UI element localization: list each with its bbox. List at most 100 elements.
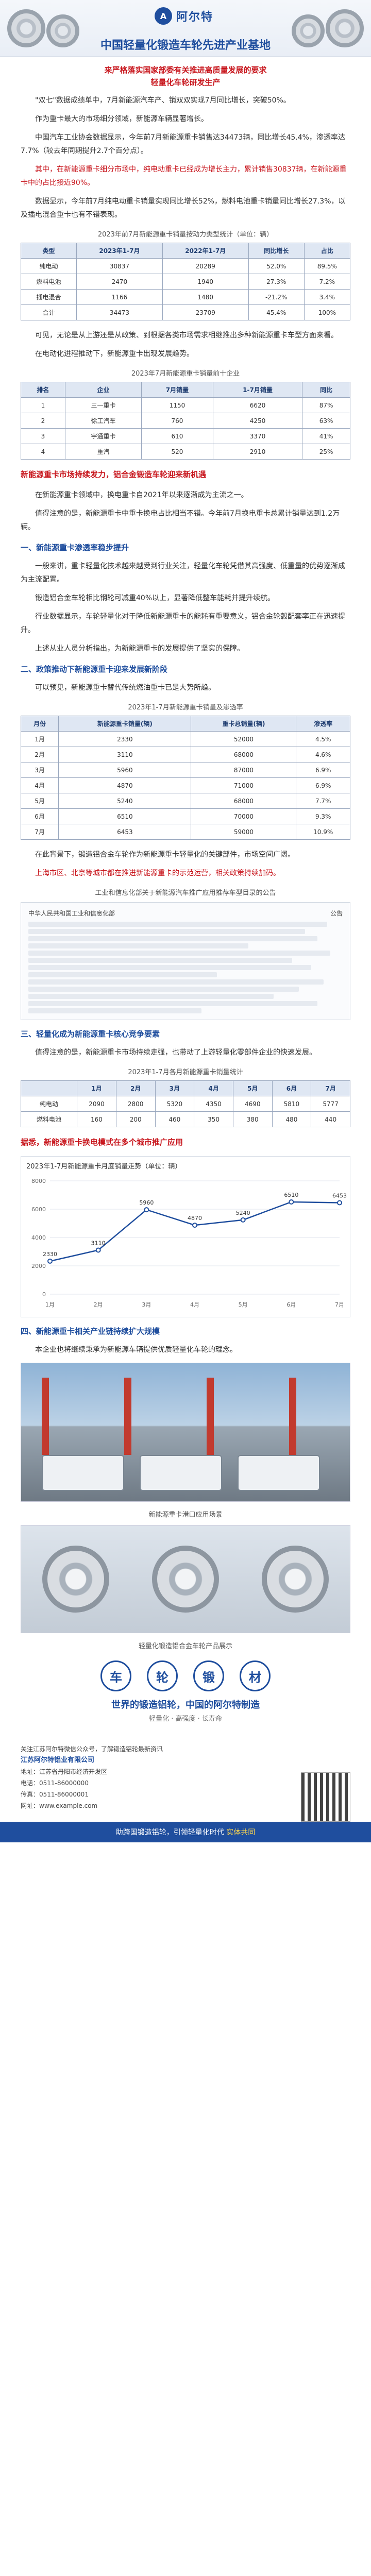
ranking-table: 排名 企业 7月销量 1-7月销量 同比 1 三一重卡 1150 6620 87% 2 徐工汽车 760…	[21, 382, 350, 460]
table-cell: 6453	[58, 824, 192, 840]
notice-text-line	[28, 936, 318, 941]
column-header: 月份	[20, 716, 59, 732]
paragraph: 在电动化进程推动下，新能源重卡出现发展趋势。	[35, 350, 194, 358]
crane-shape	[42, 1378, 49, 1455]
table-cell: 6620	[212, 397, 303, 413]
table-cell: 5240	[58, 793, 192, 809]
truck-shape	[238, 1455, 320, 1491]
column-header: 7月销量	[141, 382, 213, 398]
table-cell: 41%	[302, 428, 350, 444]
wheel-icon	[151, 1546, 219, 1613]
paragraph: 本企业也将继续秉承为新能源车辆提供优质轻量化车轮的理念。	[35, 1346, 237, 1354]
paragraph: 值得注意的是，新能源重卡市场持续走强，也带动了上游轻量化零部件企业的快速发展。	[35, 1048, 316, 1057]
x-tick-label: 3月	[142, 1301, 151, 1308]
table-row: 3 宇通重卡 610 3370 41%	[21, 428, 350, 444]
qr-code-icon[interactable]	[301, 1772, 350, 1822]
paragraph: 在新能源重卡领域中，换电重卡自2021年以来逐渐成为主流之一。	[35, 491, 248, 499]
table-cell: 59000	[191, 824, 297, 840]
paragraph: 在此背景下，锻造铝合金车轮作为新能源重卡轻量化的关键部件，市场空间广阔。	[35, 851, 295, 859]
notice-text-line	[28, 922, 327, 927]
table-cell: 23709	[162, 304, 249, 320]
company-logo: A 阿尔特	[155, 7, 213, 25]
table-row: 7月 6453 59000 10.9%	[20, 824, 350, 840]
table-cell: 2470	[76, 274, 163, 290]
paragraph: 其中，在新能源重卡细分市场中，纯电动重卡已经成为增长主力，累计销售30837辆，…	[21, 165, 347, 187]
data-table: 类型 2023年1-7月 2022年1-7月 同比增长 占比 纯电动 30837 20289 5…	[21, 243, 351, 320]
table-cell: 52.0%	[248, 258, 305, 274]
table-cell: 重汽	[64, 444, 142, 460]
table-row: 燃料电池 160 200 460 350 380 480 440	[20, 1111, 350, 1127]
section-heading: 新能源重卡市场持续发力，铝合金锻造车轮迎来新机遇	[21, 470, 207, 479]
notice-text-line	[28, 979, 324, 985]
table-cell: 4.5%	[296, 731, 350, 747]
notice-type: 公告	[330, 910, 343, 917]
table-cell: 4月	[20, 777, 59, 793]
table-cell: 3370	[212, 428, 303, 444]
table-cell: 380	[232, 1111, 273, 1127]
wheel-icon	[261, 1546, 329, 1613]
table-cell: 1166	[76, 289, 163, 305]
table-row: 1月 2330 52000 4.5%	[20, 731, 350, 747]
table-cell: 34473	[76, 304, 163, 320]
table-cell: 2330	[58, 731, 192, 747]
data-label: 3110	[91, 1240, 106, 1246]
column-header: 新能源重卡销量(辆)	[58, 716, 192, 732]
y-tick-label: 0	[42, 1291, 46, 1298]
wheel-icon	[42, 1546, 110, 1613]
table-cell: 5777	[311, 1096, 350, 1112]
table-cell: 1150	[141, 397, 213, 413]
x-tick-label: 7月	[335, 1301, 344, 1308]
paragraph: 上述从业人员分析指出，为新能源重卡的发展提供了坚实的保障。	[35, 645, 244, 653]
table-header-row: 排名 企业 7月销量 1-7月销量 同比	[21, 382, 350, 398]
table-row: 纯电动 30837 20289 52.0% 89.5%	[21, 258, 351, 274]
data-point	[289, 1199, 294, 1205]
notice-text-line	[28, 994, 274, 999]
paragraph: 锻造铝合金车轮相比钢轮可减重40%以上，显著降低整车能耗并提升续航。	[35, 594, 275, 602]
notice-text-block	[28, 922, 343, 1013]
data-label: 5960	[139, 1199, 154, 1206]
data-label: 5240	[236, 1210, 250, 1216]
table-cell: 1月	[20, 731, 59, 747]
table-cell: 5320	[155, 1096, 195, 1112]
table-caption: 2023年1-7月各月新能源重卡销量统计	[128, 1069, 243, 1076]
table-cell: 3.4%	[303, 289, 351, 305]
notice-text-line	[28, 1001, 318, 1006]
table-cell: 3	[21, 428, 65, 444]
photo-caption: 新能源重卡港口应用场景	[148, 1511, 223, 1519]
data-table: 排名 企业 7月销量 1-7月销量 同比 1 三一重卡 1150 6620 87% 2 徐工汽车 760…	[21, 382, 350, 460]
x-tick-label: 2月	[94, 1301, 103, 1308]
table-cell: 徐工汽车	[64, 413, 142, 429]
column-header: 同比	[302, 382, 350, 398]
paragraph: 一般来讲，重卡轻量化技术越来越受到行业关注，轻量化车轮凭借其高强度、低重量的优势…	[21, 562, 345, 584]
table-cell: 440	[311, 1111, 350, 1127]
feature-icon: 材	[240, 1660, 271, 1691]
paragraph: "双七"数据成绩单中，7月新能源汽车产、销双双实现7月同比增长，突破50%。	[35, 96, 291, 105]
table-cell: 9.3%	[296, 808, 350, 824]
monthly-type-table: 1月 2月 3月 4月 5月 6月 7月 纯电动 2090 2800 5320 4350 4690 581…	[20, 1080, 350, 1127]
column-header: 类型	[21, 243, 77, 259]
feature-icon: 锻	[193, 1660, 224, 1691]
table-row: 2 徐工汽车 760 4250 63%	[21, 413, 350, 429]
column-header: 4月	[194, 1080, 233, 1096]
table-row: 纯电动 2090 2800 5320 4350 4690 5810 5777	[20, 1096, 350, 1112]
monthly-penetration-table: 月份 新能源重卡销量(辆) 重卡总销量(辆) 渗透率 1月 2330 52000 4.5% 2月…	[20, 716, 350, 840]
column-header: 重卡总销量(辆)	[191, 716, 297, 732]
table-header-row: 月份 新能源重卡销量(辆) 重卡总销量(辆) 渗透率	[20, 716, 350, 732]
table-cell: 760	[141, 413, 213, 429]
x-tick-label: 5月	[239, 1301, 248, 1308]
table-cell: 2	[21, 413, 65, 429]
data-label: 6510	[284, 1192, 298, 1198]
wheel-product-photo	[21, 1525, 350, 1633]
line-chart: 2023年1-7月新能源重卡月度销量走势（单位：辆） 0 2000 4000 6000…	[21, 1156, 350, 1317]
column-header: 排名	[21, 382, 65, 398]
column-header: 6月	[272, 1080, 312, 1096]
table-cell: 4870	[58, 777, 192, 793]
notice-text-line	[28, 943, 248, 948]
table-header-row: 1月 2月 3月 4月 5月 6月 7月	[20, 1080, 350, 1096]
banner-title: 中国轻量化锻造车轮先进产业基地	[100, 39, 271, 52]
table-cell: 6.9%	[296, 762, 350, 778]
table-cell: 纯电动	[20, 1096, 78, 1112]
notice-text-line	[28, 929, 305, 934]
government-notice-image: 中华人民共和国工业和信息化部 公告	[21, 902, 350, 1020]
table-cell: 7月	[20, 824, 59, 840]
